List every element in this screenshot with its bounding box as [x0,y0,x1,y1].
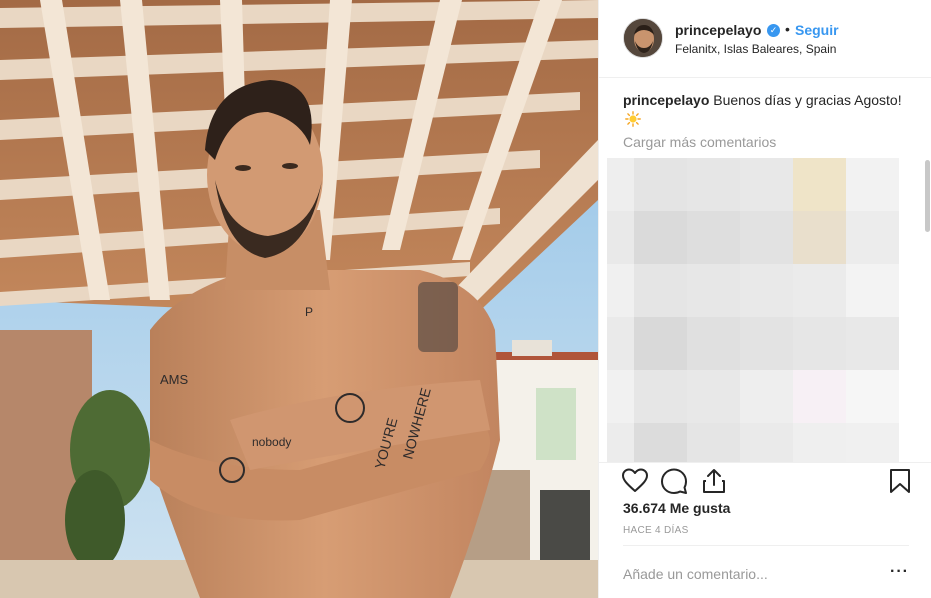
blur-cell [846,264,899,317]
comment-input[interactable] [623,560,873,588]
bookmark-icon[interactable] [886,467,914,495]
blur-cell [793,423,846,462]
blurred-comments-area [607,158,900,462]
more-options-button[interactable]: ··· [890,562,909,582]
blur-cell [687,264,740,317]
blur-cell [846,317,899,370]
svg-text:nobody: nobody [252,435,291,449]
post-sidebar: princepelayo ✓ • Seguir Felanitx, Islas … [598,0,931,598]
sun-emoji-icon [625,111,641,127]
blur-cell [793,264,846,317]
caption-text: Buenos días y gracias Agosto! [713,92,902,108]
blur-cell [634,158,687,211]
blur-cell [793,211,846,264]
blur-cell [846,211,899,264]
blur-cell [740,423,793,462]
blur-cell [740,264,793,317]
follow-button[interactable]: Seguir [795,22,839,38]
comment-bar: ··· [623,545,909,598]
blur-cell [740,158,793,211]
blur-cell [687,317,740,370]
share-icon[interactable] [700,467,728,495]
avatar[interactable] [623,18,663,58]
post-timestamp[interactable]: HACE 4 DÍAS [623,525,689,536]
likes-count[interactable]: 36.674 Me gusta [623,500,730,516]
caption-username[interactable]: princepelayo [623,92,709,108]
blur-cell [687,423,740,462]
verified-badge-icon: ✓ [767,24,780,37]
blur-cell [687,211,740,264]
blur-cell [846,423,899,462]
post-caption: princepelayo Buenos días y gracias Agost… [623,90,908,130]
blur-cell [740,317,793,370]
blur-cell [793,317,846,370]
svg-text:P: P [305,305,313,319]
post-actions-bar [599,462,931,498]
load-more-comments-link[interactable]: Cargar más comentarios [623,134,776,150]
location-link[interactable]: Felanitx, Islas Baleares, Spain [675,42,836,56]
comments-scrollbar[interactable] [925,160,930,232]
post-header: princepelayo ✓ • Seguir Felanitx, Islas … [599,0,931,78]
blur-cell [740,211,793,264]
comment-icon[interactable] [660,467,688,495]
header-separator: • [785,21,790,37]
post-photo-illustration: AMS nobody YOU'RE NOWHERE P [0,0,598,598]
blur-cell [687,370,740,423]
svg-text:AMS: AMS [160,372,189,387]
username-link[interactable]: princepelayo [675,22,761,38]
blur-cell [634,317,687,370]
blur-cell [793,370,846,423]
blur-cell [793,158,846,211]
post-photo[interactable]: AMS nobody YOU'RE NOWHERE P [0,0,598,598]
heart-icon[interactable] [621,467,649,495]
blur-cell [634,423,687,462]
blur-cell [634,211,687,264]
avatar-image [624,19,662,57]
blur-cell [687,158,740,211]
blur-cell [846,158,899,211]
blur-cell [634,264,687,317]
blur-cell [740,370,793,423]
blur-cell [846,370,899,423]
blur-cell [634,370,687,423]
